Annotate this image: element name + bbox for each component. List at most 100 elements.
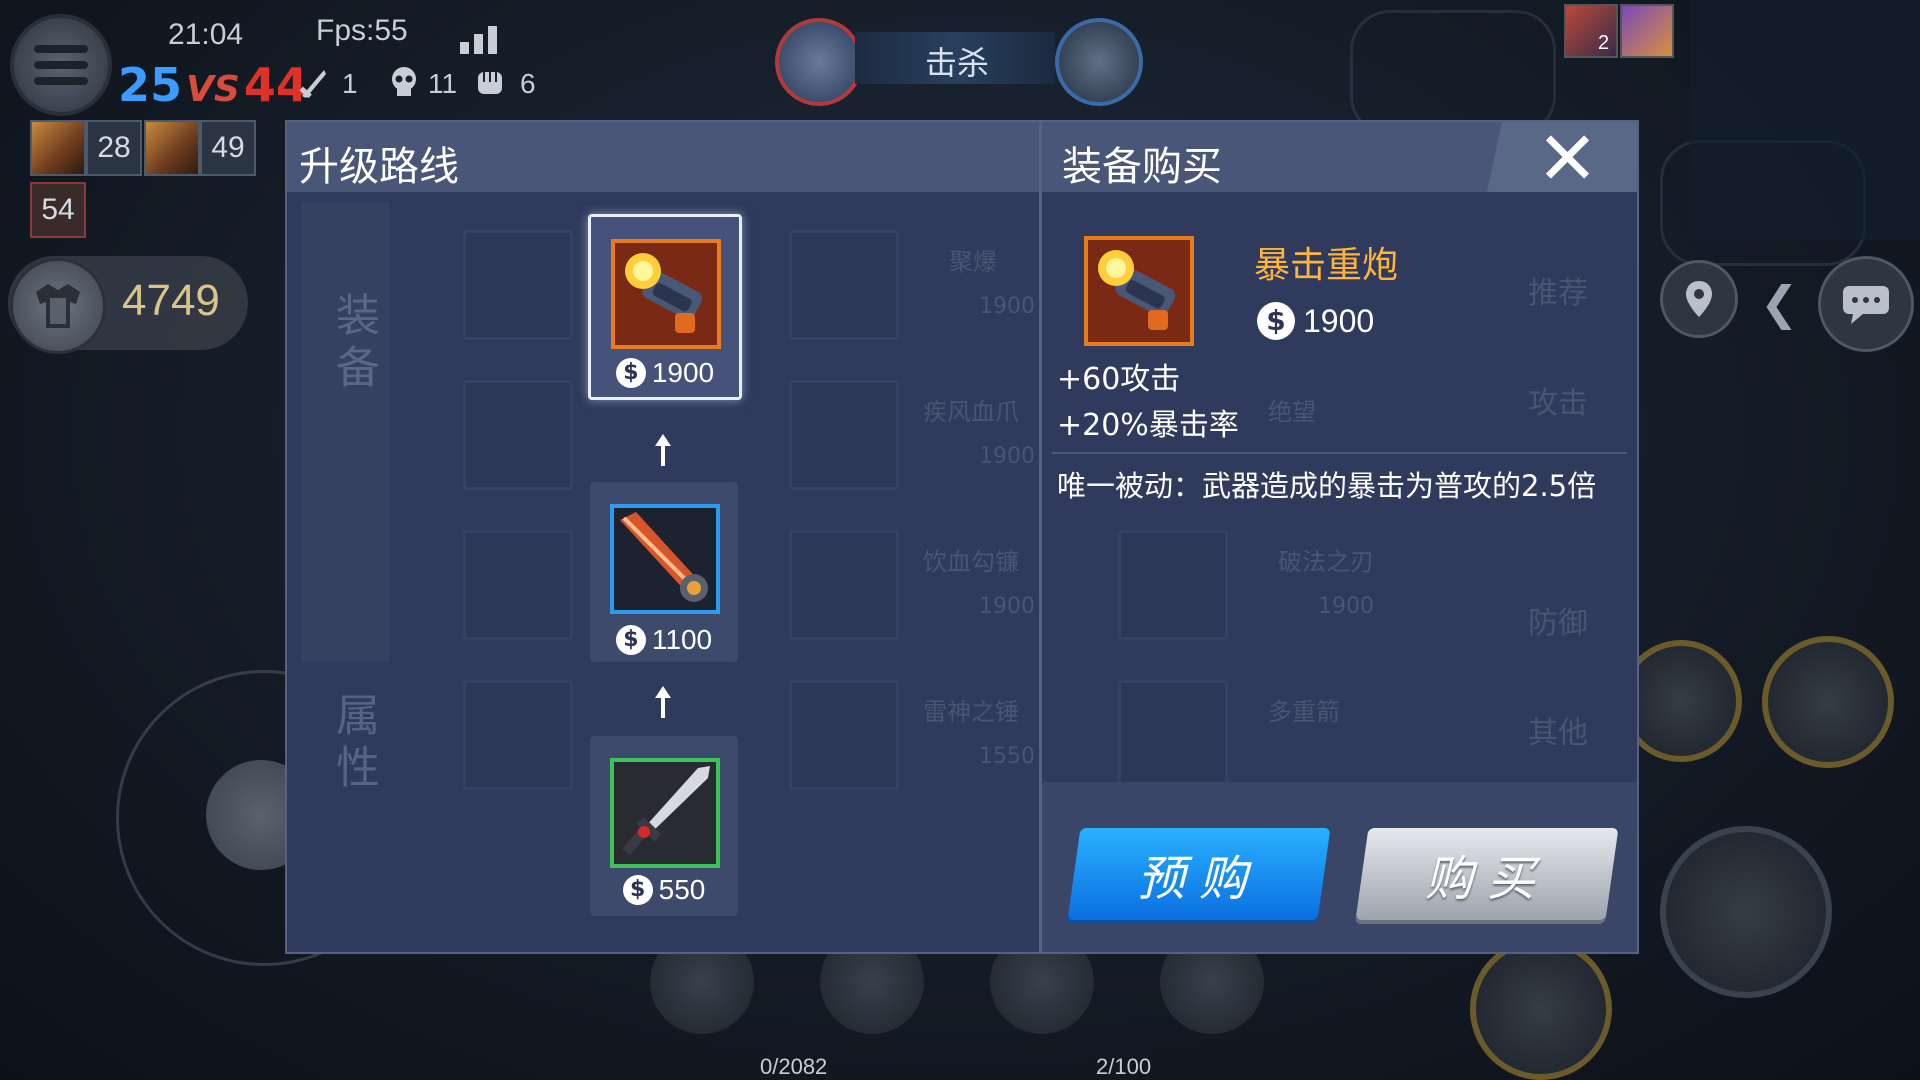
kill-count: 11 xyxy=(428,68,458,99)
background-item-price: 1550 xyxy=(979,744,1035,769)
category-tab-equipment[interactable]: 装备 xyxy=(321,292,385,396)
fps-counter: Fps:55 xyxy=(316,14,408,47)
energy-stat: 2/100 xyxy=(1096,1054,1152,1079)
death-count: 6 xyxy=(520,68,536,99)
background-item-label: 多重箭 xyxy=(1268,698,1340,726)
chevron-left-icon[interactable]: ❮ xyxy=(1760,276,1799,330)
stat-attack: +60攻击 xyxy=(1057,362,1181,397)
item-price: 1900 xyxy=(651,357,715,388)
background-tab-label: 推荐 xyxy=(1528,276,1588,311)
background-item-label: 疾风血爪 xyxy=(923,398,1019,426)
vs-label: VS xyxy=(186,69,240,110)
chat-bubble-icon xyxy=(1843,286,1889,324)
upgrade-arrow-icon xyxy=(655,686,671,718)
killer-avatar xyxy=(775,18,863,106)
chat-button[interactable] xyxy=(1818,256,1914,352)
background-item-slot xyxy=(463,380,573,490)
category-column xyxy=(301,202,389,662)
gold-amount: 4749 xyxy=(122,276,220,325)
passive-description: 唯一被动：武器造成的暴击为普攻的2.5倍 xyxy=(1057,469,1597,503)
background-tab-label: 攻击 xyxy=(1528,386,1588,421)
map-marker-button[interactable] xyxy=(1660,260,1738,338)
background-item-slot xyxy=(789,680,899,790)
background-item-label: 绝望 xyxy=(1268,398,1316,426)
experience-stat: 0/2082 xyxy=(760,1054,828,1079)
cannon-icon xyxy=(611,239,721,349)
upgrade-path-header: 升级路线 xyxy=(287,122,1039,192)
enemy-portrait xyxy=(1564,4,1618,58)
upgrade-item-card[interactable]: $ 550 xyxy=(590,736,738,916)
enemy-level: 54 xyxy=(30,182,86,238)
ally-level: 49 xyxy=(200,120,256,176)
divider xyxy=(1052,452,1627,454)
skill-3-button[interactable] xyxy=(1470,938,1612,1080)
price-row: $ 1900 xyxy=(591,357,739,389)
enemy-portrait xyxy=(1620,4,1674,58)
stat-crit-rate: +20%暴击率 xyxy=(1057,408,1239,443)
price-row: $ 550 xyxy=(590,874,738,906)
close-icon xyxy=(1543,132,1591,180)
cannon-icon xyxy=(1084,236,1194,346)
ally-portrait xyxy=(30,120,86,176)
coin-icon: $ xyxy=(1257,302,1295,340)
background-item-slot xyxy=(789,230,899,340)
background-item-slot xyxy=(463,680,573,790)
background-tab-label: 防御 xyxy=(1528,606,1588,641)
fist-icon xyxy=(474,66,506,102)
coin-icon: $ xyxy=(622,875,653,905)
upgrade-item-card[interactable]: $ 1100 xyxy=(590,482,738,662)
purchase-header: 装备购买 xyxy=(1042,122,1637,192)
skull-icon xyxy=(388,66,420,102)
menu-button[interactable] xyxy=(10,14,112,116)
ally-portrait xyxy=(144,120,200,176)
kill-label: 击杀 xyxy=(925,45,990,81)
enemy-count: 2 xyxy=(1598,32,1610,54)
background-item-label: 破法之刃 xyxy=(1278,548,1374,576)
assist-count: 1 xyxy=(342,68,358,99)
kill-banner: 击杀 xyxy=(775,18,1143,106)
upgrade-path-title: 升级路线 xyxy=(299,144,459,190)
background-decor xyxy=(1350,10,1556,136)
category-tab-attributes[interactable]: 属性 xyxy=(321,692,385,796)
purchase-panel: 装备购买 推荐 攻击 防御 其他 绝望 破法之刃 1900 多重箭 暴击重炮 $… xyxy=(1040,120,1639,954)
preorder-button[interactable]: 预购 xyxy=(1067,828,1331,920)
item-price: 550 xyxy=(658,874,706,905)
sword-icon xyxy=(298,66,328,104)
item-name: 暴击重炮 xyxy=(1254,245,1399,286)
upgrade-item-card-selected[interactable]: $ 1900 xyxy=(588,214,742,400)
game-time: 21:04 xyxy=(168,18,244,51)
background-item-price: 1900 xyxy=(979,294,1035,319)
background-item-label: 饮血勾镰 xyxy=(923,548,1019,576)
background-item-slot xyxy=(463,530,573,640)
item-price: 1100 xyxy=(651,624,713,655)
skill-2-button[interactable] xyxy=(1762,636,1894,768)
background-tab-label: 其他 xyxy=(1528,716,1588,751)
buy-button[interactable]: 购买 xyxy=(1355,828,1619,920)
attack-button[interactable] xyxy=(1660,826,1832,998)
price-row: $ 1100 xyxy=(590,624,738,656)
location-pin-icon xyxy=(1686,281,1712,317)
background-item-label: 聚爆 xyxy=(949,248,997,276)
ally-level: 28 xyxy=(86,120,142,176)
shop-icon[interactable] xyxy=(10,258,106,354)
background-item-label: 雷神之锤 xyxy=(923,698,1019,726)
background-item-slot xyxy=(1118,530,1228,640)
background-item-slot xyxy=(1118,680,1228,790)
background-item-slot xyxy=(789,380,899,490)
coin-icon: $ xyxy=(615,358,646,388)
upgrade-arrow-icon xyxy=(655,434,671,466)
coin-icon: $ xyxy=(615,625,646,655)
item-price-row: $ 1900 xyxy=(1257,302,1374,340)
background-item-slot xyxy=(789,530,899,640)
sword-icon xyxy=(610,758,720,868)
background-item-price: 1900 xyxy=(1318,594,1374,619)
minimap[interactable] xyxy=(1690,0,1920,240)
blade-icon xyxy=(610,504,720,614)
signal-icon xyxy=(460,26,504,58)
background-item-slot xyxy=(463,230,573,340)
buy-label: 购买 xyxy=(1424,851,1549,907)
preorder-label: 预购 xyxy=(1136,851,1261,907)
victim-avatar xyxy=(1055,18,1143,106)
close-button[interactable] xyxy=(1487,122,1637,192)
item-price: 1900 xyxy=(1303,302,1375,339)
